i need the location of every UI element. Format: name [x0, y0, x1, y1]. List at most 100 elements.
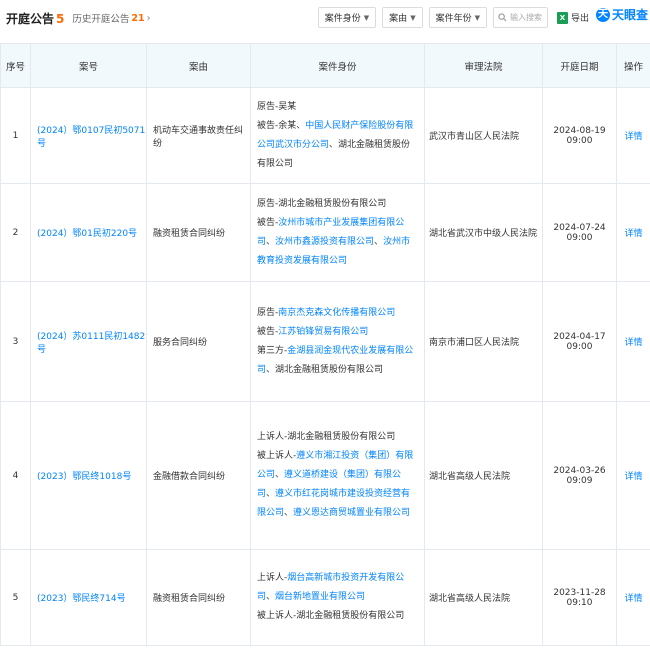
party-link[interactable]: 汝州市鑫源投资有限公司	[275, 237, 374, 247]
search-input[interactable]: 输入搜索	[492, 7, 548, 28]
table-body: 1 (2024）鄂0107民初5071号 机动车交通事故责任纠纷 原告-吴某 被告-余某…	[0, 87, 650, 646]
case-roles: 上诉人-烟台高新城市投资开发有限公司、烟台新地置业有限公司被上诉人-湖北金融租赁…	[250, 549, 425, 646]
logo-text: 天眼查	[611, 8, 648, 22]
year-filter-label: 案件年份	[435, 14, 472, 24]
case-number-link[interactable]: (2023）鄂民终714号	[30, 549, 147, 646]
court-name: 湖北省高级人民法院	[424, 401, 543, 550]
history-label: 历史开庭公告	[72, 14, 130, 25]
role-filter-dropdown[interactable]: 案件身份 ▼	[317, 7, 377, 28]
header-col-action: 操作	[616, 43, 650, 88]
case-number-link[interactable]: (2024）苏0111民初1482号	[30, 281, 147, 402]
header-col-date: 开庭日期	[542, 43, 617, 88]
role-filter-label: 案件身份	[324, 14, 361, 24]
party-text: 原告-	[257, 307, 279, 318]
role-line: 原告-吴某	[257, 98, 418, 117]
table-row: 3 (2024）苏0111民初1482号 服务合同纠纷 原告-南京杰克森文化传播有限公…	[0, 281, 650, 402]
section-title: 开庭公告 5	[6, 10, 64, 27]
party-text: 被告-	[257, 326, 279, 337]
case-number-link[interactable]: (2024）鄂0107民初5071号	[30, 87, 147, 184]
case-reason: 机动车交通事故责任纠纷	[146, 87, 251, 184]
header-col-reason: 案由	[146, 43, 251, 88]
header-col-court: 审理法院	[424, 43, 543, 88]
role-line: 原告-湖北金融租赁股份有限公司	[257, 195, 418, 214]
party-text: 、	[275, 470, 285, 480]
party-text: 上诉人-湖北金融租赁股份有限公司	[257, 432, 396, 442]
logo-mark-icon: 天	[595, 7, 610, 22]
role-line: 被告-余某、中国人民财产保险股份有限公司武汉市分公司、湖北金融租赁股份有限公司	[257, 117, 418, 174]
party-text: 被告-	[257, 217, 279, 228]
row-index: 5	[0, 549, 31, 646]
court-name: 南京市浦口区人民法院	[424, 281, 543, 402]
court-name: 湖北省武汉市中级人民法院	[424, 183, 543, 282]
role-line: 原告-南京杰克森文化传播有限公司	[257, 304, 418, 323]
party-text: 被上诉人-湖北金融租赁股份有限公司	[257, 611, 405, 621]
row-index: 3	[0, 281, 31, 402]
party-text: 第三方-	[257, 345, 288, 356]
details-link[interactable]: 详情	[616, 281, 650, 402]
details-link[interactable]: 详情	[616, 183, 650, 282]
hearing-date: 2023-11-28 09:10	[542, 549, 617, 646]
party-link[interactable]: 烟台新地置业有限公司	[275, 592, 365, 602]
table-row: 4 (2023）鄂民终1018号 金融借款合同纠纷 上诉人-湖北金融租赁股份有限公司被…	[0, 401, 650, 550]
table-row: 1 (2024）鄂0107民初5071号 机动车交通事故责任纠纷 原告-吴某 被告-余某…	[0, 87, 650, 184]
role-line: 被上诉人-遵义市湘江投资（集团）有限公司、遵义道桥建设（集团）有限公司、遵义市红…	[257, 447, 418, 523]
party-link[interactable]: 遵义恩达商贸城置业有限公司	[293, 508, 410, 518]
role-line: 被上诉人-湖北金融租赁股份有限公司	[257, 607, 418, 626]
party-text: 被上诉人-	[257, 451, 297, 461]
search-placeholder: 输入搜索	[509, 13, 542, 22]
party-text: 、	[266, 592, 276, 602]
party-text: 、	[284, 508, 294, 518]
case-number-link[interactable]: (2024）鄂01民初220号	[30, 183, 147, 282]
brand-logo: 天 天眼查	[595, 6, 648, 23]
party-text: 、	[266, 489, 276, 499]
case-reason: 融资租赁合同纠纷	[146, 183, 251, 282]
header-col-role: 案件身份	[250, 43, 425, 88]
hearing-date: 2024-04-17 09:00	[542, 281, 617, 402]
section-header: 开庭公告 5 历史开庭公告 21 › 案件身份 ▼ 案由 ▼ 案件年份 ▼ 输入搜索 X…	[0, 0, 650, 36]
section-title-text: 开庭公告	[6, 11, 55, 26]
role-line: 被告-江苏铂锋贸易有限公司	[257, 323, 418, 342]
history-count: 21	[131, 12, 145, 24]
party-text: 原告-湖北金融租赁股份有限公司	[257, 198, 387, 209]
court-notice-table: 序号 案号 案由 案件身份 审理法院 开庭日期 操作 1 (2024）鄂0107民初5071号…	[0, 43, 650, 646]
role-line: 第三方-金湖县润金现代农业发展有限公司、湖北金融租赁股份有限公司	[257, 342, 418, 380]
excel-icon: X	[556, 11, 568, 24]
caret-down-icon: ▼	[410, 13, 416, 22]
party-link[interactable]: 江苏铂锋贸易有限公司	[278, 327, 368, 337]
details-link[interactable]: 详情	[616, 401, 650, 550]
details-link[interactable]: 详情	[616, 87, 650, 184]
hearing-date: 2024-03-26 09:09	[542, 401, 617, 550]
party-text: 、湖北金融租赁股份有限公司	[266, 364, 384, 375]
export-label: 导出	[570, 14, 589, 24]
table-header-row: 序号 案号 案由 案件身份 审理法院 开庭日期 操作	[0, 43, 650, 88]
party-text: 、	[374, 236, 384, 247]
role-line: 上诉人-湖北金融租赁股份有限公司	[257, 428, 418, 447]
party-text: 被告-余某、	[257, 120, 306, 131]
case-number-link[interactable]: (2023）鄂民终1018号	[30, 401, 147, 550]
details-link[interactable]: 详情	[616, 549, 650, 646]
court-name: 武汉市青山区人民法院	[424, 87, 543, 184]
party-text: 、	[266, 236, 276, 247]
party-text: 上诉人-	[257, 573, 288, 583]
party-link[interactable]: 南京杰克森文化传播有限公司	[278, 308, 395, 318]
court-name: 湖北省高级人民法院	[424, 549, 543, 646]
case-reason: 服务合同纠纷	[146, 281, 251, 402]
case-roles: 原告-吴某 被告-余某、中国人民财产保险股份有限公司武汉市分公司、湖北金融租赁股份…	[250, 87, 425, 184]
section-count: 5	[56, 11, 65, 26]
search-icon	[498, 13, 507, 22]
reason-filter-dropdown[interactable]: 案由 ▼	[382, 7, 423, 28]
case-reason: 金融借款合同纠纷	[146, 401, 251, 550]
header-col-index: 序号	[0, 43, 31, 88]
history-link[interactable]: 历史开庭公告 21 ›	[72, 11, 150, 26]
year-filter-dropdown[interactable]: 案件年份 ▼	[428, 7, 487, 28]
table-row: 2 (2024）鄂01民初220号 融资租赁合同纠纷 原告-湖北金融租赁股份有限公司被…	[0, 183, 650, 282]
case-roles: 原告-南京杰克森文化传播有限公司 被告-江苏铂锋贸易有限公司 第三方-金湖县润金现代…	[250, 281, 425, 402]
case-reason: 融资租赁合同纠纷	[146, 549, 251, 646]
row-index: 1	[0, 87, 31, 184]
role-line: 上诉人-烟台高新城市投资开发有限公司、烟台新地置业有限公司	[257, 569, 418, 607]
row-index: 2	[0, 183, 31, 282]
reason-filter-label: 案由	[389, 14, 408, 24]
header-col-case-no: 案号	[30, 43, 147, 88]
case-roles: 原告-湖北金融租赁股份有限公司 被告-汝州市城市产业发展集团有限公司、汝州市鑫源投…	[250, 183, 425, 282]
export-button[interactable]: X 导出	[554, 7, 592, 28]
